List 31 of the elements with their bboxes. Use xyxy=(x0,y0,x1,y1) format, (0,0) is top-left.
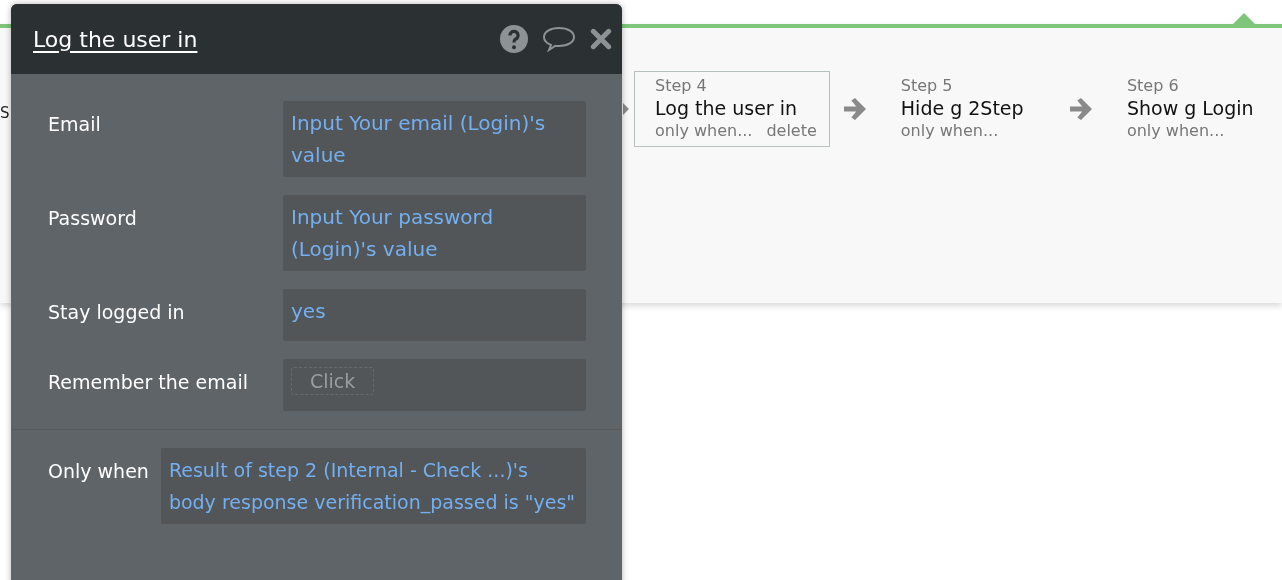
field-label: Remember the email xyxy=(48,370,249,393)
click-button[interactable]: Click xyxy=(291,367,375,395)
condition-field[interactable]: Result of step 2 (Internal - Check ...)'s body response verification_passed is "yes" xyxy=(160,448,586,524)
comment-icon[interactable] xyxy=(542,26,576,52)
condition-link[interactable]: only when... xyxy=(1126,121,1225,140)
step-number: Step 5 xyxy=(900,76,954,95)
step-number: Step 6 xyxy=(1126,76,1180,95)
delete-link[interactable]: delete xyxy=(766,121,817,140)
step-title: Show g Login xyxy=(1126,97,1255,119)
step-title: S xyxy=(0,104,10,122)
step-title: Log the user in xyxy=(655,97,798,119)
arrow-tip-icon xyxy=(623,103,629,115)
condition-link[interactable]: only when... xyxy=(655,121,753,140)
close-icon[interactable] xyxy=(590,28,612,50)
step-number: Step 4 xyxy=(655,76,708,95)
help-icon[interactable] xyxy=(500,25,528,53)
arrow-icon xyxy=(1069,98,1092,120)
workflow-step[interactable]: Step 6 Show g Login only when... xyxy=(1105,71,1282,147)
expression-field[interactable]: Input Your password (Login)'s value xyxy=(283,195,586,271)
arrow-icon xyxy=(843,98,866,120)
popup-title[interactable]: Log the user in xyxy=(33,26,198,52)
workflow-step[interactable]: Step 4 Log the user in only when... delete xyxy=(634,71,830,147)
field-label: Email xyxy=(48,112,102,135)
condition-link[interactable]: only when... xyxy=(900,121,999,140)
expression-field[interactable]: Input Your email (Login)'s value xyxy=(283,101,586,177)
field-label: Only when xyxy=(48,459,149,482)
workflow-step[interactable]: Step 5 Hide g 2Step only when... xyxy=(879,71,1056,147)
step-title: Hide g 2Step xyxy=(900,97,1025,119)
field-label: Stay logged in xyxy=(48,300,186,323)
field-label: Password xyxy=(48,206,138,229)
expression-field[interactable]: yes xyxy=(283,289,586,341)
